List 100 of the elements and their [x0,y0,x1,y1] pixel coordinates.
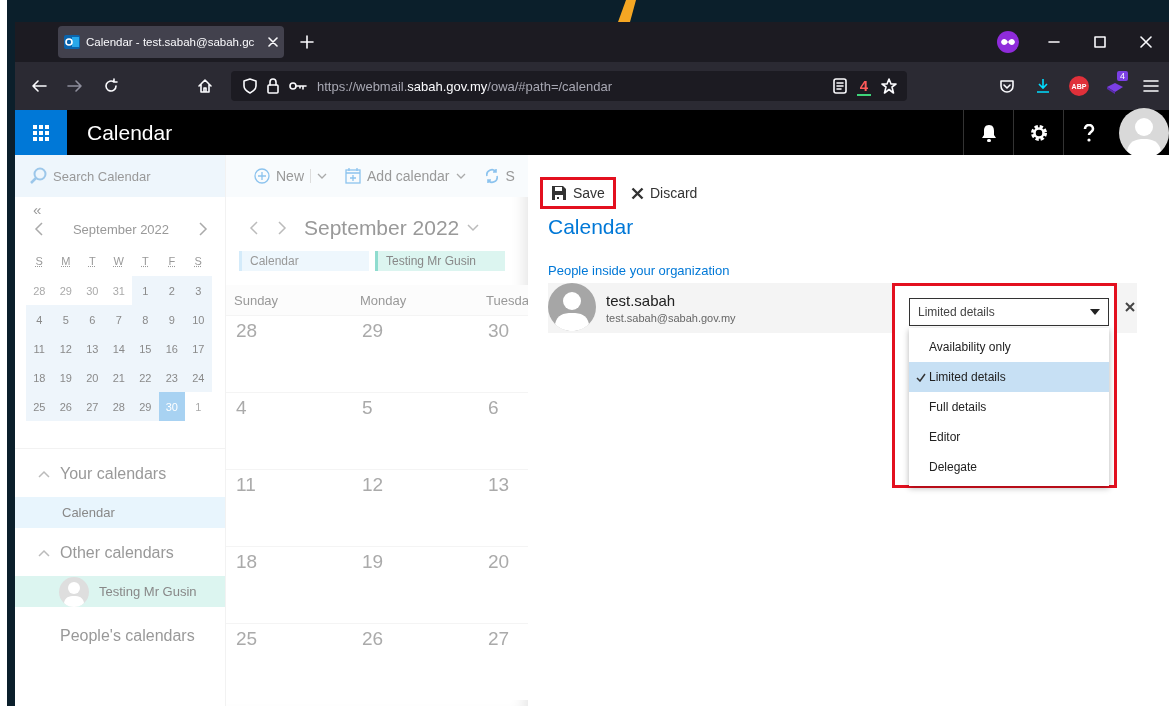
notifications-icon [980,123,997,142]
sync-icon [483,168,500,184]
day-cell[interactable]: 13 [79,334,106,363]
remove-icon [1125,302,1135,312]
plus-circle-icon [254,168,270,184]
day-cell[interactable]: 30 [79,276,106,305]
day-cell[interactable]: 14 [105,334,132,363]
section-header[interactable]: Other calendars [15,530,225,576]
day-cell[interactable]: 12 [52,334,79,363]
dropdown-option[interactable]: Delegate [909,452,1109,482]
day-cell[interactable]: 22 [132,363,159,392]
check-icon [916,372,926,382]
day-cell[interactable]: 10 [185,305,212,334]
collapse-button[interactable]: « [33,203,47,217]
address-bar[interactable]: https://webmail.sabah.gov.my/owa/#path=/calendar 4 [231,71,907,101]
calendar-item[interactable]: Calendar [15,497,225,528]
day-cell[interactable]: 2 [158,276,185,305]
close-icon[interactable] [268,37,278,47]
person-email: test.sabah@sabah.gov.my [606,312,736,324]
permission-dropdown[interactable]: Limited details [909,298,1109,326]
day-cell[interactable]: 20 [79,363,106,392]
save-button[interactable]: Save [540,177,616,209]
day-cell[interactable]: 31 [105,276,132,305]
dropdown-option[interactable]: Full details [909,392,1109,422]
day-cell[interactable]: 7 [105,305,132,334]
day-header: Tuesda [485,292,528,310]
sync-button[interactable]: S [483,168,515,184]
day-cell[interactable]: 4 [26,305,53,334]
day-cell[interactable]: 27 [79,392,106,421]
section-label: People inside your organization [548,263,731,278]
day-cell[interactable]: 28 [26,276,53,305]
discard-button[interactable]: Discard [619,177,709,209]
key-icon [289,81,307,91]
day-cell[interactable]: 21 [105,363,132,392]
dropdown-option[interactable]: Availability only [909,332,1109,362]
month-label: September 2022 [72,221,170,237]
dropdown-option[interactable]: Editor [909,422,1109,452]
star-icon[interactable] [881,78,897,94]
app-title: Calendar [87,120,173,145]
add-button[interactable]: Add calendar [345,168,466,184]
weekday-label: F [167,254,177,269]
search-field[interactable]: Search Calendar [15,155,225,197]
mask-icon[interactable] [997,31,1019,53]
weekday-label: S [34,254,44,269]
calendar-chip: Calendar [239,251,369,271]
day-header: Sunday [233,292,280,310]
day-cell[interactable]: 19 [52,363,79,392]
help-icon [1082,123,1095,142]
day-cell[interactable]: 25 [26,392,53,421]
day-cell[interactable]: 1 [185,392,212,421]
url-text: https://webmail.sabah.gov.my/owa/#path=/calendar [317,78,613,94]
dropdown-option[interactable]: Limited details [909,362,1109,392]
calendar-chip: Testing Mr Gusin [375,251,505,271]
grid-icon [33,124,49,141]
day-cell[interactable]: 17 [185,334,212,363]
day-cell[interactable]: 15 [132,334,159,363]
day-cell[interactable]: 3 [185,276,212,305]
weekday-label: M [60,254,72,269]
browser-tab[interactable]: Calendar - test.sabah@sabah.gc [58,26,284,58]
shield-icon [243,78,257,94]
extension-badge: 4 [1117,71,1128,81]
avatar-icon[interactable] [1119,108,1169,158]
section-link[interactable]: People's calendars [15,613,225,659]
menu-icon [1143,79,1159,93]
extension-button[interactable]: 4 [1097,70,1133,102]
weekday-label: T [140,254,150,269]
day-cell[interactable]: 1 [132,276,159,305]
person-name: test.sabah [606,292,677,309]
calendar-plus-icon [345,168,361,184]
home-icon [197,78,213,94]
day-cell[interactable]: 24 [185,363,212,392]
chevron-down-icon [467,224,480,232]
month-picker[interactable]: September 2022 [304,216,480,240]
reader-view-icon[interactable] [832,78,847,94]
download-icon [1035,78,1051,94]
calendar-item[interactable]: Testing Mr Gusin [15,576,225,607]
app-launcher-button[interactable] [15,110,67,155]
close-icon [630,186,644,200]
day-cell[interactable]: 28 [105,392,132,421]
day-cell[interactable]: 9 [158,305,185,334]
day-cell[interactable]: 18 [26,363,53,392]
shard-graphic [618,0,636,22]
day-cell[interactable]: 23 [158,363,185,392]
day-cell[interactable]: 11 [26,334,53,363]
day-cell[interactable]: 5 [52,305,79,334]
day-cell[interactable]: 6 [79,305,106,334]
mail-app-icon [64,34,80,50]
new-tab-icon [300,35,314,49]
day-cell[interactable]: 16 [158,334,185,363]
new-button[interactable]: New [254,168,327,184]
day-cell[interactable]: 29 [132,392,159,421]
day-cell[interactable]: 29 [52,276,79,305]
section-header[interactable]: Your calendars [15,451,225,497]
reload-icon [103,78,119,94]
day-cell[interactable]: 8 [132,305,159,334]
back-icon [31,78,47,94]
day-cell[interactable]: 26 [52,392,79,421]
maximize-icon [1094,36,1106,48]
avatar-icon [59,576,89,607]
weekday-label: T [87,254,97,269]
